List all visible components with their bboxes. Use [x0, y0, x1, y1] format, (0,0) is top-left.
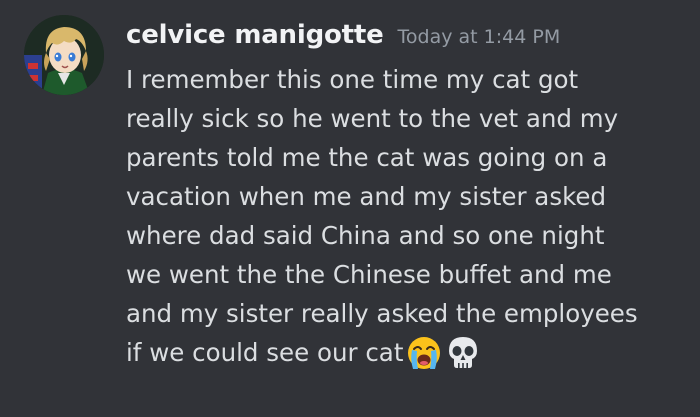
loudly-crying-face-icon[interactable]: [406, 335, 442, 371]
chat-message: celvice manigotte Today at 1:44 PM I rem…: [0, 0, 700, 417]
message-line: and my sister really asked the employees: [126, 299, 638, 328]
message-line: if we could see our cat: [126, 338, 404, 367]
message-line: I remember this one time my cat got: [126, 65, 579, 94]
message-line: where dad said China and so one night: [126, 221, 605, 250]
message-line: really sick so he went to the vet and my: [126, 104, 619, 133]
message-content: I remember this one time my cat got real…: [126, 60, 691, 372]
message-last-line: if we could see our cat: [126, 333, 691, 372]
message-header: celvice manigotte Today at 1:44 PM: [126, 20, 560, 58]
avatar[interactable]: [24, 15, 104, 95]
skull-icon[interactable]: [445, 335, 481, 371]
username[interactable]: celvice manigotte: [126, 20, 384, 50]
message-line: parents told me the cat was going on a: [126, 143, 608, 172]
message-line: we went the the Chinese buffet and me: [126, 260, 612, 289]
message-line: vacation when me and my sister asked: [126, 182, 607, 211]
timestamp[interactable]: Today at 1:44 PM: [398, 26, 561, 48]
